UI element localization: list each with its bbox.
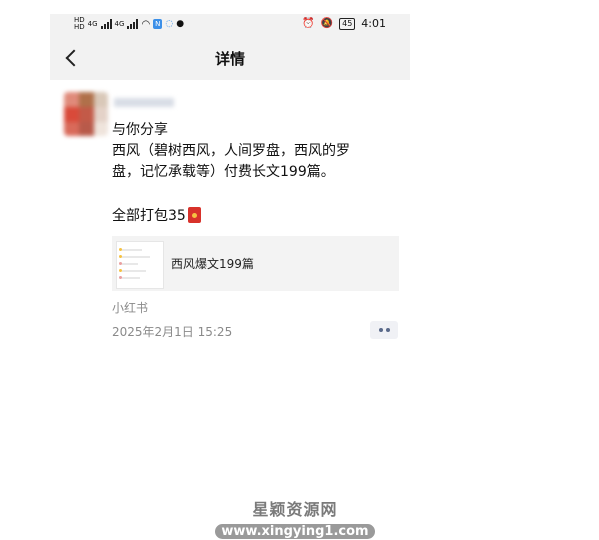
- link-thumbnail: [116, 241, 164, 289]
- sync-icon: ◌: [165, 19, 174, 29]
- post-content: 与你分享 西风（碧树西风，人间罗盘，西风的罗 盘，记忆承载等）付费长文199篇。: [112, 120, 404, 183]
- phone-screen: HD HD 4G 4G ◠ N ◌ ● ⏰ 🔕 45 4:01 详情 与你分享 …: [50, 14, 410, 540]
- post-line-2: 西风（碧树西风，人间罗盘，西风的罗: [112, 143, 350, 159]
- status-left: HD HD 4G 4G ◠ N ◌ ●: [74, 17, 184, 31]
- post-line-3: 盘，记忆承载等）付费长文199篇。: [112, 164, 335, 180]
- battery-icon: 45: [339, 17, 356, 30]
- more-icon[interactable]: [370, 321, 398, 339]
- pack-price-line: 全部打包35: [112, 205, 201, 225]
- status-bar: HD HD 4G 4G ◠ N ◌ ● ⏰ 🔕 45 4:01: [50, 14, 410, 36]
- link-title: 西风爆文199篇: [171, 257, 254, 271]
- post-line-1: 与你分享: [112, 122, 168, 138]
- wifi-icon: ◠: [141, 18, 151, 30]
- mute-icon: 🔕: [320, 18, 334, 29]
- pack-text: 全部打包35: [112, 208, 186, 224]
- watermark: 星颖资源网 www.xingying1.com: [200, 496, 390, 540]
- username-blurred[interactable]: [114, 98, 174, 107]
- avatar[interactable]: [64, 92, 108, 136]
- red-packet-icon: [187, 207, 201, 223]
- notification-icon: ●: [176, 19, 185, 29]
- network-type-1: 4G: [87, 19, 98, 28]
- status-right: ⏰ 🔕 45 4:01: [302, 17, 386, 30]
- shared-link-card[interactable]: 西风爆文199篇: [112, 236, 399, 291]
- clock: 4:01: [361, 17, 386, 30]
- post-timestamp: 2025年2月1日 15:25: [112, 325, 233, 339]
- nfc-icon: N: [153, 19, 163, 29]
- network-type-2: 4G: [114, 19, 125, 28]
- page-title: 详情: [214, 50, 245, 68]
- source-label[interactable]: 小红书: [112, 299, 148, 316]
- alarm-icon: ⏰: [302, 18, 315, 29]
- signal-icon: [100, 19, 112, 29]
- nav-bar: 详情: [50, 36, 410, 80]
- watermark-url: www.xingying1.com: [215, 524, 375, 539]
- watermark-title: 星颖资源网: [252, 500, 338, 519]
- signal-icon-2: [127, 19, 139, 29]
- hd-indicator: HD HD: [74, 16, 85, 31]
